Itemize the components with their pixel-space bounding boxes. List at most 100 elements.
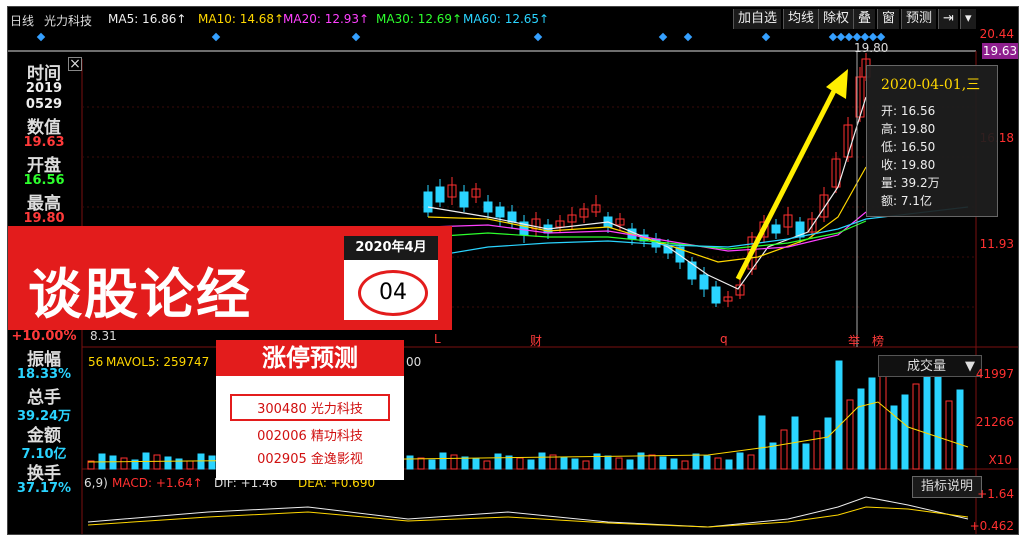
ma5-label: MA5: 16.86↑ (108, 12, 187, 26)
tooltip-amount: 额: 7.1亿 (881, 194, 932, 208)
volume-bar (197, 453, 205, 470)
info-value: 16.56 (23, 173, 65, 188)
info-panel-lower: +10.00% 振幅 18.33% 总手 39.24万 金额 7.10亿 换手 37.17% (8, 329, 82, 529)
volume-bar (901, 394, 909, 470)
info-value: +10.00% (11, 329, 77, 344)
header-bar: 日线 光力科技 MA5: 16.86↑ MA10: 14.68↑ MA20: 1… (8, 7, 1018, 31)
stock-name: 光力科技 (44, 14, 93, 28)
candle-body (771, 224, 781, 234)
macd-label: MACD: +1.64↑ (112, 476, 203, 490)
volume-bar (912, 383, 920, 470)
macd-cut: 6,9) (84, 476, 108, 490)
limit-up-prediction-card: 涨停预测 300480 光力科技 002006 精功科技 002905 金逸影视 (216, 340, 404, 480)
ma20-label: MA20: 12.93↑ (283, 12, 370, 26)
ma30-label: MA30: 12.69↑ (376, 12, 463, 26)
banner-issue-number: 04 (358, 270, 428, 316)
volume-bar (439, 452, 447, 470)
ma-button[interactable]: 均线 (783, 9, 819, 29)
trend-arrow-head (826, 69, 848, 99)
tooltip-high: 高: 19.80 (881, 122, 936, 136)
prediction-item: 300480 光力科技 (230, 394, 390, 421)
volume-bar (725, 459, 733, 470)
ma10-label: MA10: 14.68↑ (198, 12, 285, 26)
volume-bar (703, 455, 711, 470)
dea-line (87, 506, 969, 528)
volume-bar (406, 455, 414, 470)
marker-L: L (434, 332, 441, 346)
overlay-button[interactable]: 叠 (853, 9, 876, 29)
volume-bar (835, 360, 843, 470)
volume-bar (868, 377, 876, 470)
add-watchlist-button[interactable]: 加自选 (733, 9, 782, 29)
volume-bar (527, 459, 535, 470)
marker-bang: 榜 (872, 334, 885, 348)
volume-bar (714, 457, 722, 470)
volume-bar (934, 361, 942, 470)
volume-bar (670, 458, 678, 470)
mavol-cut: 56 (88, 355, 104, 369)
info-value: 2019 (25, 81, 63, 96)
tooltip-date: 2020-04-01,三 (881, 77, 981, 93)
volume-bar (560, 456, 568, 470)
volume-bar (659, 456, 667, 470)
volume-bar (516, 457, 524, 470)
marker-cai: 财 (530, 334, 543, 348)
volume-bar (758, 415, 766, 470)
axis-low: 11.93 (979, 237, 1014, 251)
volume-bar (692, 453, 700, 470)
info-value: 19.63 (23, 135, 65, 150)
candle-body (459, 191, 469, 208)
info-value: 37.17% (16, 481, 72, 496)
volume-bar (956, 389, 964, 470)
forecast-button[interactable]: 预测 (901, 9, 937, 29)
macd-axis-top: +1.64 (977, 487, 1014, 501)
prediction-item: 002905 金逸影视 (257, 452, 363, 467)
info-panel: 时间 2019 0529 数值 19.63 开盘 16.56 最高 19.80 (8, 59, 82, 239)
dropdown-icon[interactable]: ▾ (960, 9, 976, 29)
volume-bar (780, 429, 788, 470)
window-button[interactable]: 窗 (877, 9, 900, 29)
ma60-label: MA60: 12.65↑ (463, 12, 550, 26)
low-price-label: 8.31 (90, 329, 117, 343)
prediction-item: 002006 精功科技 (257, 429, 363, 444)
tooltip-close: 收: 19.80 (881, 158, 936, 172)
volume-bar (428, 459, 436, 470)
exright-button[interactable]: 除权 (818, 9, 854, 29)
volume-bar (472, 458, 480, 470)
volume-bar (417, 457, 425, 470)
collapse-icon[interactable]: ⇥ (938, 9, 958, 29)
macd-axis-bot: +0.462 (969, 519, 1014, 533)
volume-bar (945, 400, 953, 470)
volume-bar (626, 459, 634, 470)
chevron-down-icon: ▼ (965, 359, 975, 374)
volume-bar (736, 452, 744, 470)
prediction-title: 涨停预测 (216, 340, 404, 376)
candle-body (423, 191, 433, 213)
info-value: 19.80 (23, 211, 65, 226)
current-price-tag: 19.63 (982, 43, 1018, 59)
mavol-label: MAVOL5: 259747 (106, 355, 210, 369)
volume-bar (208, 455, 216, 470)
high-marker: 19.80 (854, 41, 889, 55)
candle-body (495, 206, 505, 218)
vol-axis-top: 41997 (975, 367, 1014, 381)
volume-bar (582, 460, 590, 470)
indicator-select[interactable]: 成交量 ▼ (878, 355, 982, 377)
vol-axis-mid: 21266 (975, 415, 1014, 429)
volume-bar (802, 443, 810, 470)
volume-bar (824, 417, 832, 470)
candle-body (483, 201, 493, 213)
indicator-explain-button[interactable]: 指标说明 (912, 476, 982, 498)
info-value: 18.33% (16, 367, 72, 382)
volume-bar (461, 456, 469, 470)
period-label[interactable]: 日线 (10, 12, 34, 29)
tooltip-open: 开: 16.56 (881, 104, 936, 118)
volume-bar (813, 430, 821, 470)
vol-unit: X10 (988, 453, 1013, 467)
ma-line (427, 166, 867, 263)
close-icon[interactable]: × (68, 57, 82, 71)
tooltip-low: 低: 16.50 (881, 140, 936, 154)
volume-bar (681, 460, 689, 470)
trend-arrow-shaft (735, 85, 839, 281)
volume-bar (538, 452, 546, 470)
